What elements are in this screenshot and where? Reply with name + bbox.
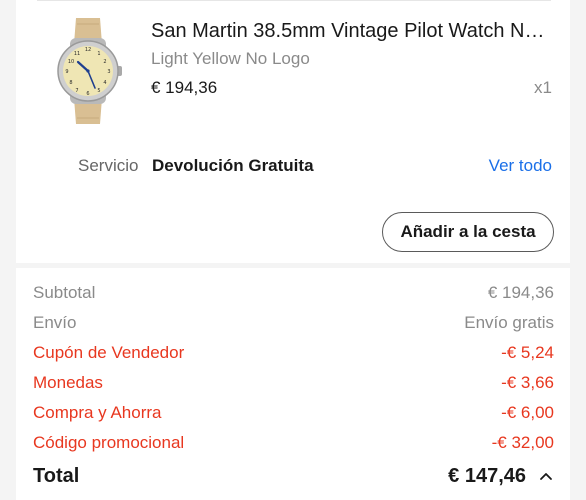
svg-text:10: 10 <box>68 59 74 65</box>
product-image[interactable]: 12 3 6 9 1 2 4 5 7 8 10 11 <box>50 18 126 124</box>
summary-value: -€ 32,00 <box>491 433 554 452</box>
summary-label: Subtotal <box>33 283 96 302</box>
product-price: € 194,36 <box>151 78 218 97</box>
service-label: Servicio <box>78 156 139 175</box>
svg-text:5: 5 <box>97 88 100 94</box>
summary-row-coins: Monedas -€ 3,66 <box>33 372 554 394</box>
product-quantity: x1 <box>534 78 552 97</box>
summary-row-subtotal: Subtotal € 194,36 <box>33 282 554 304</box>
svg-text:3: 3 <box>107 69 110 75</box>
summary-label: Monedas <box>33 373 103 392</box>
svg-text:1: 1 <box>97 51 100 57</box>
summary-value: -€ 6,00 <box>501 403 554 422</box>
svg-text:9: 9 <box>65 69 68 75</box>
svg-text:6: 6 <box>86 91 89 97</box>
svg-text:8: 8 <box>69 80 72 86</box>
summary-row-seller-coupon: Cupón de Vendedor -€ 5,24 <box>33 342 554 364</box>
add-to-cart-button[interactable]: Añadir a la cesta <box>382 212 554 252</box>
summary-label: Cupón de Vendedor <box>33 343 185 362</box>
total-value: € 147,46 <box>448 465 526 487</box>
summary-label: Compra y Ahorra <box>33 403 162 422</box>
order-summary: Subtotal € 194,36 Envío Envío gratis Cup… <box>16 268 570 500</box>
divider <box>37 0 551 1</box>
product-variant[interactable]: Light Yellow No Logo <box>151 48 310 70</box>
summary-value: Envío gratis <box>464 313 554 332</box>
svg-text:12: 12 <box>85 47 91 53</box>
svg-text:7: 7 <box>75 88 78 94</box>
summary-row-promo-code: Código promocional -€ 32,00 <box>33 432 554 454</box>
summary-value: € 194,36 <box>487 283 554 302</box>
svg-text:2: 2 <box>103 59 106 65</box>
product-title[interactable]: San Martin 38.5mm Vintage Pilot Watch NH… <box>151 19 555 43</box>
summary-value: -€ 5,24 <box>501 343 554 362</box>
summary-row-shipping: Envío Envío gratis <box>33 312 554 334</box>
svg-text:11: 11 <box>74 51 80 57</box>
summary-label: Código promocional <box>33 433 185 452</box>
summary-row-bundle-deal: Compra y Ahorra -€ 6,00 <box>33 402 554 424</box>
svg-text:4: 4 <box>103 80 106 86</box>
total-label: Total <box>33 465 80 487</box>
summary-value: -€ 3,66 <box>501 373 554 392</box>
service-value: Devolución Gratuita <box>152 156 314 175</box>
summary-total-row[interactable]: Total € 147,46 <box>33 463 554 489</box>
view-all-link[interactable]: Ver todo <box>489 155 552 177</box>
summary-label: Envío <box>33 313 77 332</box>
chevron-up-icon[interactable] <box>538 468 554 484</box>
